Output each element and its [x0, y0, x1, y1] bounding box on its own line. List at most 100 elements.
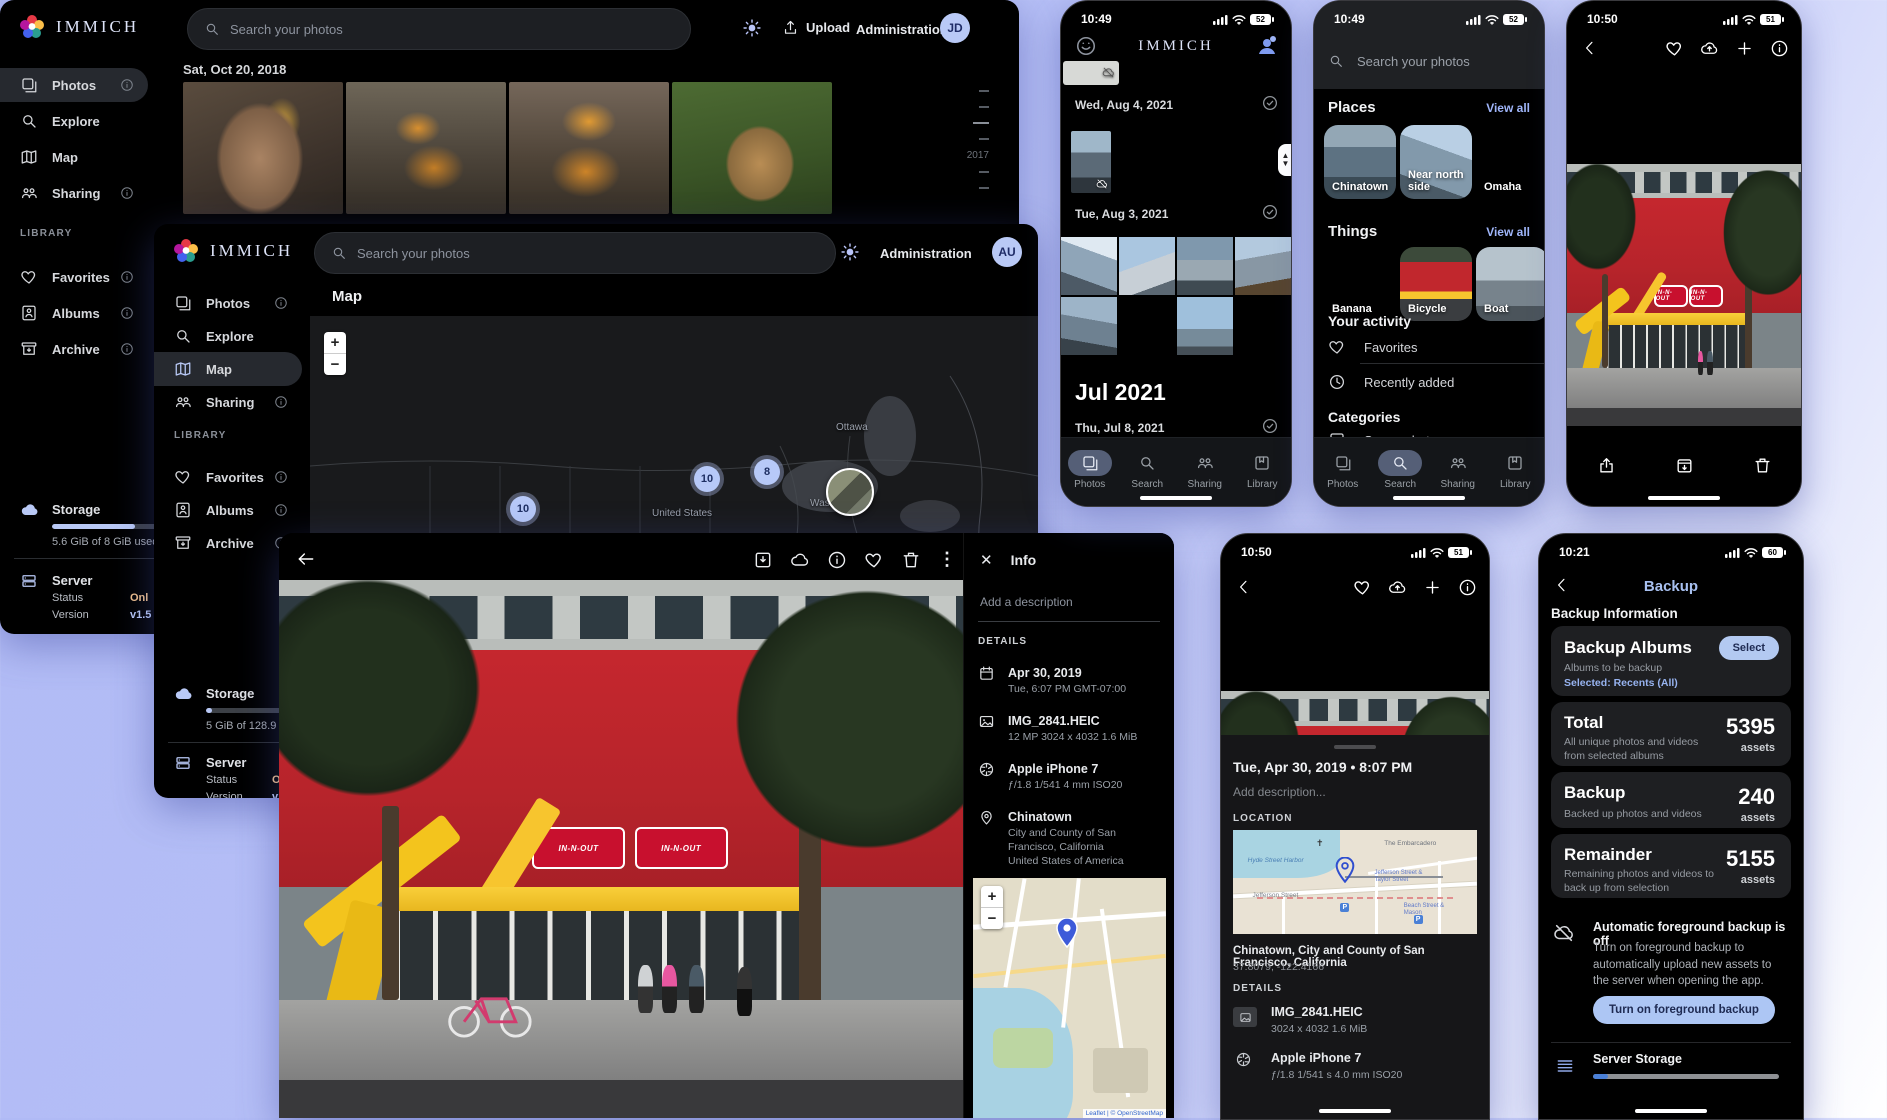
- sidebar-item-map[interactable]: Map: [154, 352, 302, 386]
- zoom-in-button[interactable]: +: [324, 332, 346, 353]
- back-button[interactable]: [1235, 578, 1253, 596]
- user-avatar[interactable]: AU: [992, 237, 1022, 267]
- nav-sharing[interactable]: Sharing: [1183, 450, 1227, 490]
- map-cluster[interactable]: 10: [694, 466, 720, 492]
- nav-sharing[interactable]: Sharing: [1436, 450, 1480, 490]
- sidebar-item-photos[interactable]: Photos: [0, 68, 148, 102]
- minimap-zoom-control[interactable]: + −: [981, 886, 1003, 929]
- nav-photos[interactable]: Photos: [1321, 450, 1365, 490]
- plus-icon[interactable]: [1423, 578, 1442, 597]
- thing-card[interactable]: Bicycle: [1400, 247, 1472, 321]
- cloud-icon[interactable]: [790, 550, 810, 570]
- search-input[interactable]: Search your photos: [187, 8, 691, 50]
- info-icon[interactable]: [120, 78, 134, 92]
- things-view-all-link[interactable]: View all: [1486, 225, 1530, 239]
- zoom-in-button[interactable]: +: [981, 886, 1003, 907]
- download-icon[interactable]: [753, 550, 773, 570]
- nav-search[interactable]: Search: [1125, 450, 1169, 490]
- trash-icon[interactable]: [1753, 456, 1772, 475]
- description-input[interactable]: Add a description: [980, 595, 1073, 609]
- photo-thumbnail[interactable]: [1061, 237, 1117, 295]
- sidebar-item-albums[interactable]: Albums: [154, 493, 302, 527]
- map-attribution[interactable]: Leaflet | © OpenStreetMap: [1083, 1109, 1166, 1118]
- archive-icon[interactable]: [1675, 456, 1694, 475]
- photo-tile-partial[interactable]: [1063, 61, 1119, 85]
- thing-card[interactable]: Boat: [1476, 247, 1545, 321]
- back-button[interactable]: [1581, 39, 1599, 57]
- info-icon[interactable]: [1458, 578, 1477, 597]
- photo-thumbnail[interactable]: [1119, 237, 1175, 295]
- heart-icon[interactable]: [1665, 39, 1684, 58]
- info-icon[interactable]: [827, 550, 847, 570]
- search-input[interactable]: Search your photos: [1328, 53, 1470, 69]
- sidebar-item-sharing[interactable]: Sharing: [154, 385, 302, 419]
- places-view-all-link[interactable]: View all: [1486, 101, 1530, 115]
- photo-thumbnail[interactable]: [509, 82, 669, 214]
- recently-added-row[interactable]: Recently added: [1328, 373, 1454, 391]
- theme-toggle-button[interactable]: [840, 242, 860, 262]
- map-photo-marker[interactable]: [826, 468, 874, 516]
- select-group-checkbox[interactable]: [1261, 94, 1279, 112]
- location-map[interactable]: ✝ P P Hyde Street Harbor Jefferson Stree…: [1233, 830, 1477, 934]
- sidebar-item-map[interactable]: Map: [0, 140, 148, 174]
- map-zoom-control[interactable]: + −: [324, 332, 346, 375]
- trash-icon[interactable]: [901, 550, 921, 570]
- photo-thumbnail[interactable]: [1177, 297, 1233, 355]
- turn-on-foreground-backup-button[interactable]: Turn on foreground backup: [1593, 996, 1775, 1024]
- favorites-row[interactable]: Favorites: [1328, 338, 1417, 356]
- photo-thumbnail[interactable]: [1061, 297, 1117, 355]
- info-icon[interactable]: [274, 503, 288, 517]
- sidebar-item-archive[interactable]: Archive: [0, 332, 148, 366]
- back-button[interactable]: [296, 549, 316, 569]
- place-card[interactable]: Near north side: [1400, 125, 1472, 199]
- zoom-out-button[interactable]: −: [324, 353, 346, 375]
- plus-icon[interactable]: [1735, 39, 1754, 58]
- photo-strip[interactable]: [1221, 691, 1489, 735]
- drag-handle[interactable]: [1334, 745, 1376, 749]
- sidebar-item-sharing[interactable]: Sharing: [0, 176, 148, 210]
- search-input[interactable]: Search your photos: [314, 232, 836, 274]
- asset-place[interactable]: Chinatown: [1008, 810, 1072, 824]
- user-avatar[interactable]: JD: [940, 13, 970, 43]
- description-input[interactable]: Add description...: [1233, 785, 1326, 799]
- timeline-scrubber[interactable]: 2017: [959, 90, 989, 203]
- photo-thumbnail[interactable]: [1177, 237, 1233, 295]
- photo-thumbnail[interactable]: [183, 82, 343, 214]
- cloud-upload-icon[interactable]: [1700, 39, 1719, 58]
- sidebar-item-explore[interactable]: Explore: [0, 104, 148, 138]
- upload-button[interactable]: Upload: [782, 19, 850, 36]
- sidebar-item-explore[interactable]: Explore: [154, 319, 302, 353]
- info-icon[interactable]: [274, 395, 288, 409]
- cloud-upload-icon[interactable]: [1388, 578, 1407, 597]
- sidebar-item-favorites[interactable]: Favorites: [0, 260, 148, 294]
- info-icon[interactable]: [274, 296, 288, 310]
- info-icon[interactable]: [120, 342, 134, 356]
- administration-link[interactable]: Administration: [856, 22, 948, 37]
- photo-thumbnail[interactable]: [346, 82, 506, 214]
- photo-thumbnail[interactable]: [672, 82, 832, 214]
- sidebar-item-albums[interactable]: Albums: [0, 296, 148, 330]
- heart-icon[interactable]: [864, 550, 884, 570]
- sidebar-item-photos[interactable]: Photos: [154, 286, 302, 320]
- info-icon[interactable]: [1770, 39, 1789, 58]
- administration-link[interactable]: Administration: [880, 246, 972, 261]
- profile-avatar-icon[interactable]: [1255, 34, 1279, 63]
- theme-toggle-button[interactable]: [742, 18, 762, 38]
- nav-library[interactable]: Library: [1493, 450, 1537, 490]
- info-icon[interactable]: [120, 306, 134, 320]
- zoom-out-button[interactable]: −: [981, 907, 1003, 929]
- location-minimap[interactable]: + − Leaflet | © OpenStreetMap: [973, 878, 1166, 1118]
- heart-icon[interactable]: [1353, 578, 1372, 597]
- thing-card[interactable]: Banana: [1324, 247, 1396, 321]
- photo-thumbnail[interactable]: [1119, 297, 1175, 355]
- info-icon[interactable]: [120, 186, 134, 200]
- info-icon[interactable]: [274, 470, 288, 484]
- map-cluster[interactable]: 8: [754, 459, 780, 485]
- place-card[interactable]: Omaha: [1476, 125, 1545, 199]
- nav-photos[interactable]: Photos: [1068, 450, 1112, 490]
- sidebar-item-favorites[interactable]: Favorites: [154, 460, 302, 494]
- more-icon[interactable]: ⋮: [938, 549, 956, 570]
- select-group-checkbox[interactable]: [1261, 417, 1279, 435]
- place-card[interactable]: Chinatown: [1324, 125, 1396, 199]
- timeline-scroll-handle[interactable]: ▲▼: [1278, 144, 1292, 176]
